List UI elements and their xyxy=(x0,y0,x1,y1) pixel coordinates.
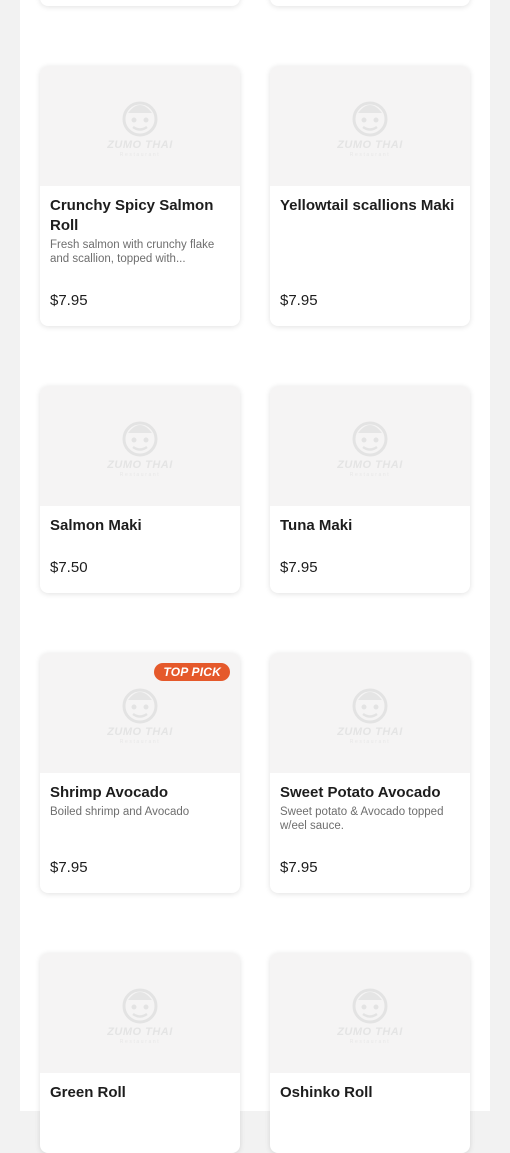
menu-panel: ZUMO THAI Restaurant Crunchy Spicy Salmo… xyxy=(20,0,490,1153)
item-image: ZUMO THAI Restaurant xyxy=(40,66,240,186)
menu-card[interactable]: ZUMO THAI Restaurant Sweet Potato Avocad… xyxy=(270,653,470,893)
menu-card[interactable]: ZUMO THAI Restaurant TOP PICK Shrimp Avo… xyxy=(40,653,240,893)
restaurant-logo: ZUMO THAI Restaurant xyxy=(107,682,173,745)
restaurant-logo: ZUMO THAI Restaurant xyxy=(107,95,173,158)
chef-icon xyxy=(122,101,158,136)
logo-sub: Restaurant xyxy=(119,738,161,745)
chef-icon xyxy=(122,421,158,456)
chef-icon xyxy=(122,688,158,723)
item-name: Crunchy Spicy Salmon Roll xyxy=(50,197,214,234)
logo-word: ZUMO THAI xyxy=(107,138,173,151)
logo-sub: Restaurant xyxy=(349,1038,391,1045)
logo-sub: Restaurant xyxy=(119,151,161,158)
menu-card[interactable]: ZUMO THAI Restaurant Tuna Maki $7.95 xyxy=(270,386,470,593)
logo-sub: Restaurant xyxy=(349,151,391,158)
logo-word: ZUMO THAI xyxy=(107,725,173,738)
logo-word: ZUMO THAI xyxy=(337,725,403,738)
item-description: Fresh salmon with crunchy flake and scal… xyxy=(50,239,215,265)
item-name: Oshinko Roll xyxy=(280,1084,373,1101)
restaurant-logo: ZUMO THAI Restaurant xyxy=(107,982,173,1045)
item-price: $7.95 xyxy=(50,859,88,876)
restaurant-logo: ZUMO THAI Restaurant xyxy=(107,415,173,478)
logo-word: ZUMO THAI xyxy=(107,458,173,471)
logo-word: ZUMO THAI xyxy=(337,1025,403,1038)
item-name: Green Roll xyxy=(50,1084,126,1101)
menu-card[interactable]: ZUMO THAI Restaurant Yellowtail scallion… xyxy=(270,66,470,326)
chef-icon xyxy=(122,988,158,1023)
chef-icon xyxy=(352,421,388,456)
chef-icon xyxy=(352,688,388,723)
top-pick-badge: TOP PICK xyxy=(154,663,230,681)
logo-word: ZUMO THAI xyxy=(337,138,403,151)
item-image: ZUMO THAI Restaurant xyxy=(270,386,470,506)
chef-icon xyxy=(352,101,388,136)
item-name: Yellowtail scallions Maki xyxy=(280,197,455,214)
logo-word: ZUMO THAI xyxy=(337,458,403,471)
logo-sub: Restaurant xyxy=(119,471,161,478)
restaurant-logo: ZUMO THAI Restaurant xyxy=(337,415,403,478)
restaurant-logo: ZUMO THAI Restaurant xyxy=(337,95,403,158)
menu-card-partial[interactable] xyxy=(40,0,240,6)
logo-sub: Restaurant xyxy=(349,738,391,745)
item-price: $7.95 xyxy=(280,292,318,309)
item-name: Salmon Maki xyxy=(50,517,142,534)
restaurant-logo: ZUMO THAI Restaurant xyxy=(337,682,403,745)
menu-card-partial[interactable] xyxy=(270,0,470,6)
item-name: Shrimp Avocado xyxy=(50,784,169,801)
item-price: $7.95 xyxy=(280,859,318,876)
item-description: Boiled shrimp and Avocado xyxy=(50,806,190,818)
restaurant-logo: ZUMO THAI Restaurant xyxy=(337,982,403,1045)
item-price: $7.50 xyxy=(50,559,88,576)
item-price: $7.95 xyxy=(50,292,88,309)
item-price: $7.95 xyxy=(280,559,318,576)
item-image: ZUMO THAI Restaurant TOP PICK xyxy=(40,653,240,773)
item-image: ZUMO THAI Restaurant xyxy=(270,653,470,773)
item-image: ZUMO THAI Restaurant xyxy=(270,66,470,186)
item-image: ZUMO THAI Restaurant xyxy=(40,953,240,1073)
item-image: ZUMO THAI Restaurant xyxy=(270,953,470,1073)
chef-icon xyxy=(352,988,388,1023)
item-name: Tuna Maki xyxy=(280,517,353,534)
item-description: Sweet potato & Avocado topped w/eel sauc… xyxy=(280,806,444,832)
item-name: Sweet Potato Avocado xyxy=(280,784,441,801)
logo-sub: Restaurant xyxy=(119,1038,161,1045)
item-image: ZUMO THAI Restaurant xyxy=(40,386,240,506)
menu-card[interactable]: ZUMO THAI Restaurant Crunchy Spicy Salmo… xyxy=(40,66,240,326)
menu-card[interactable]: ZUMO THAI Restaurant Green Roll xyxy=(40,953,240,1153)
menu-card[interactable]: ZUMO THAI Restaurant Salmon Maki $7.50 xyxy=(40,386,240,593)
menu-card[interactable]: ZUMO THAI Restaurant Oshinko Roll xyxy=(270,953,470,1153)
logo-word: ZUMO THAI xyxy=(107,1025,173,1038)
logo-sub: Restaurant xyxy=(349,471,391,478)
